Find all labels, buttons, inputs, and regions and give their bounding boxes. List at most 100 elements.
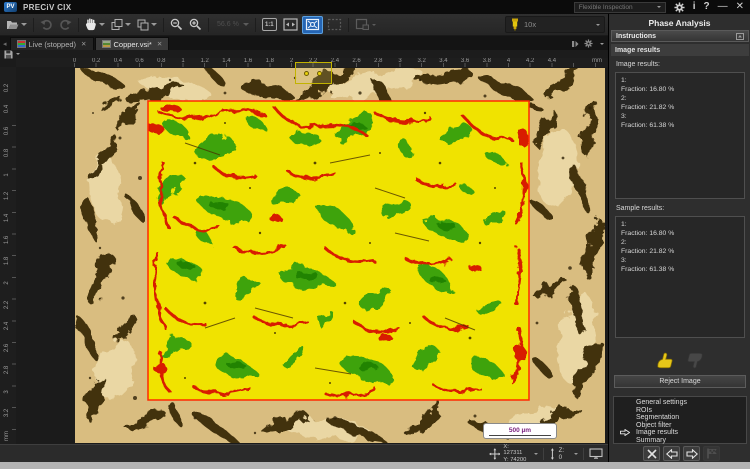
save-icon[interactable]: [4, 50, 13, 59]
v-ruler-unit: mm: [4, 430, 10, 442]
step-image-results-label: Image results: [636, 429, 678, 436]
fit-to-screen-button[interactable]: [302, 16, 323, 34]
result-row: 1:: [621, 76, 744, 85]
zoom-level-select[interactable]: 56.6 %: [213, 16, 251, 34]
h-ruler-label: 1.4: [219, 58, 233, 64]
app-title: PRECiV CIX: [23, 3, 71, 12]
minimize-button[interactable]: —: [718, 1, 728, 13]
layout-selector-value: Flexible Inspection: [579, 4, 633, 11]
unaccept-image-button[interactable]: [683, 351, 707, 370]
result-row: Fraction: 61.38 %: [621, 265, 744, 274]
pan-tool-button[interactable]: [83, 16, 107, 34]
redo-button[interactable]: [57, 16, 74, 34]
h-ruler-label: 2.8: [371, 58, 385, 64]
step-summary[interactable]: Summary: [636, 437, 746, 445]
h-ruler-label: 0.8: [154, 58, 168, 64]
close-button[interactable]: ✕: [736, 1, 744, 13]
settings-gear-icon[interactable]: [674, 2, 685, 13]
image-results-label: Image results:: [616, 61, 660, 68]
step-segmentation[interactable]: Segmentation: [636, 414, 746, 422]
tab-close-icon[interactable]: ✕: [81, 40, 86, 48]
image-results-section-header[interactable]: Image results: [611, 44, 749, 56]
image-decision-buttons: [609, 351, 750, 370]
expand-icon[interactable]: [736, 33, 744, 40]
selection-rect-icon: [327, 18, 342, 31]
cancel-x-icon: [647, 449, 657, 459]
live-view-icon: [17, 40, 26, 48]
undo-button[interactable]: [38, 16, 55, 34]
image-results-box: 1: Fraction: 16.80 % 2: Fraction: 21.82 …: [615, 72, 745, 199]
z-axis-icon: [549, 448, 556, 460]
v-ruler-label: 2.4: [4, 320, 10, 332]
instructions-header-label: Instructions: [616, 33, 656, 40]
accept-image-button[interactable]: [653, 351, 677, 370]
previous-step-button[interactable]: [663, 446, 680, 461]
fit-width-button[interactable]: [281, 16, 300, 34]
stage-z-control[interactable]: Z: 0: [544, 447, 583, 461]
layout-selector[interactable]: Flexible Inspection: [574, 2, 666, 13]
sample-results-label: Sample results:: [616, 205, 664, 212]
chevron-down-icon: [125, 23, 131, 26]
result-row: Fraction: 16.80 %: [621, 229, 744, 238]
display-settings-button[interactable]: [584, 448, 608, 459]
tab-close-icon[interactable]: ✕: [157, 40, 162, 48]
zoom-out-button[interactable]: [168, 16, 185, 34]
objective-selector[interactable]: 10x: [505, 16, 605, 33]
scale-bar-label: 500 µm: [509, 427, 531, 434]
tab-scroll-left[interactable]: ◂: [0, 40, 10, 50]
chevron-down-icon[interactable]: [574, 453, 578, 455]
overlay-settings-icon[interactable]: [584, 39, 593, 48]
unaccept-image-icon: [685, 352, 705, 369]
window-bottom-edge: [0, 462, 750, 469]
step-general-settings[interactable]: General settings: [636, 399, 746, 407]
v-ruler-label: 3.2: [4, 407, 10, 419]
chevron-down-icon[interactable]: [534, 453, 538, 455]
scale-bar: 500 µm: [483, 423, 557, 439]
help-icon[interactable]: ?: [704, 1, 710, 13]
next-step-button[interactable]: [683, 446, 700, 461]
application-window: PV PRECiV CIX Flexible Inspection i ? — …: [0, 0, 750, 469]
tab-copper-label: Copper.vsi*: [114, 40, 152, 49]
chevron-down-icon[interactable]: [16, 53, 20, 55]
layers-tool-button[interactable]: [135, 16, 159, 34]
chevron-down-icon: [657, 6, 661, 8]
app-logo: PV: [4, 2, 17, 12]
h-ruler-label: 0.6: [133, 58, 147, 64]
result-row: Fraction: 16.80 %: [621, 85, 744, 94]
stage-x-value: X: 127311: [503, 444, 528, 457]
step-rois[interactable]: ROIs: [636, 407, 746, 415]
v-ruler-label: 0.6: [4, 125, 10, 137]
open-button[interactable]: [4, 16, 29, 34]
tab-live[interactable]: Live (stopped) ✕: [10, 37, 94, 50]
info-icon[interactable]: i: [693, 1, 696, 13]
cancel-workflow-button[interactable]: [643, 446, 660, 461]
sample-results-box: 1: Fraction: 16.80 % 2: Fraction: 21.82 …: [615, 216, 745, 338]
reject-image-button[interactable]: Reject Image: [614, 375, 746, 388]
h-ruler-label: 3.8: [480, 58, 494, 64]
finish-flag-icon: [706, 448, 718, 459]
h-ruler-label: 4: [502, 58, 516, 64]
image-canvas[interactable]: 00.20.40.60.811.21.41.61.822.22.42.62.83…: [0, 58, 608, 444]
zoom-in-button[interactable]: [187, 16, 204, 34]
micrograph-view[interactable]: 500 µm: [75, 68, 605, 443]
selection-rect-button[interactable]: [325, 16, 344, 34]
h-ruler-label: 4.4: [545, 58, 559, 64]
stage-xy-control[interactable]: X: 127311 Y: 74200: [484, 444, 543, 464]
step-object-filter[interactable]: Object filter: [636, 422, 746, 430]
copy-icon: [111, 19, 123, 31]
chevron-down-icon[interactable]: [600, 43, 604, 45]
copy-tool-button[interactable]: [109, 16, 133, 34]
actual-size-button[interactable]: 1:1: [260, 16, 279, 34]
accept-image-icon: [655, 352, 675, 369]
result-row: 3:: [621, 112, 744, 121]
instructions-header[interactable]: Instructions: [611, 30, 749, 42]
result-row: Fraction: 61.38 %: [621, 121, 744, 130]
finish-workflow-button[interactable]: [703, 446, 720, 461]
chevron-down-icon: [99, 23, 105, 26]
step-image-results[interactable]: Image results: [636, 429, 746, 437]
stage-position-marker[interactable]: [295, 62, 332, 84]
tab-copper[interactable]: Copper.vsi* ✕: [95, 37, 170, 50]
snapshot-button[interactable]: [353, 16, 378, 34]
v-ruler-label: 2.6: [4, 342, 10, 354]
overlay-toggle-icon[interactable]: [571, 40, 579, 48]
